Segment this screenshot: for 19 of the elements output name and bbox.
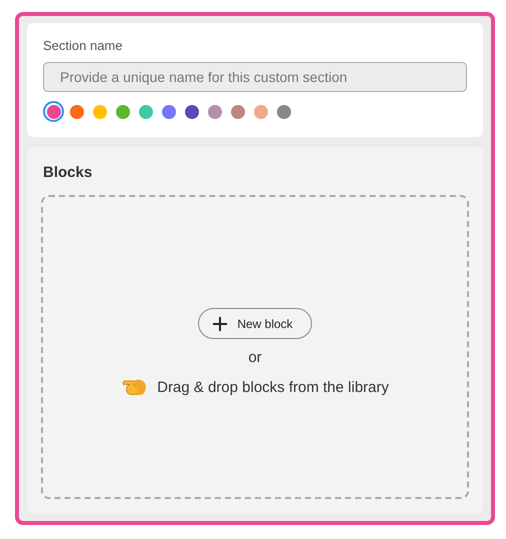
drop-zone[interactable]: New block or Drag & drop blocks from the library <box>41 195 469 499</box>
color-swatch[interactable] <box>92 104 106 118</box>
or-text: or <box>248 349 262 366</box>
color-swatch[interactable] <box>230 104 244 118</box>
color-swatch[interactable] <box>116 104 130 118</box>
panel-title: Blocks <box>43 164 92 181</box>
color-swatch[interactable] <box>138 104 152 118</box>
color-swatch[interactable] <box>162 104 176 118</box>
new-block-button[interactable]: New block <box>198 308 312 339</box>
color-swatch[interactable] <box>184 104 198 118</box>
plus-icon <box>213 316 228 330</box>
section-name-input[interactable]: Provide a unique name for this custom section <box>43 62 467 92</box>
drag-drop-hint: Drag & drop blocks from the library <box>157 378 389 396</box>
color-swatch[interactable] <box>254 104 268 118</box>
color-swatch[interactable] <box>43 101 64 122</box>
color-swatch[interactable] <box>208 104 222 118</box>
color-swatch[interactable] <box>70 104 84 118</box>
field-label: Section name <box>43 38 124 53</box>
color-swatch[interactable] <box>276 104 290 118</box>
